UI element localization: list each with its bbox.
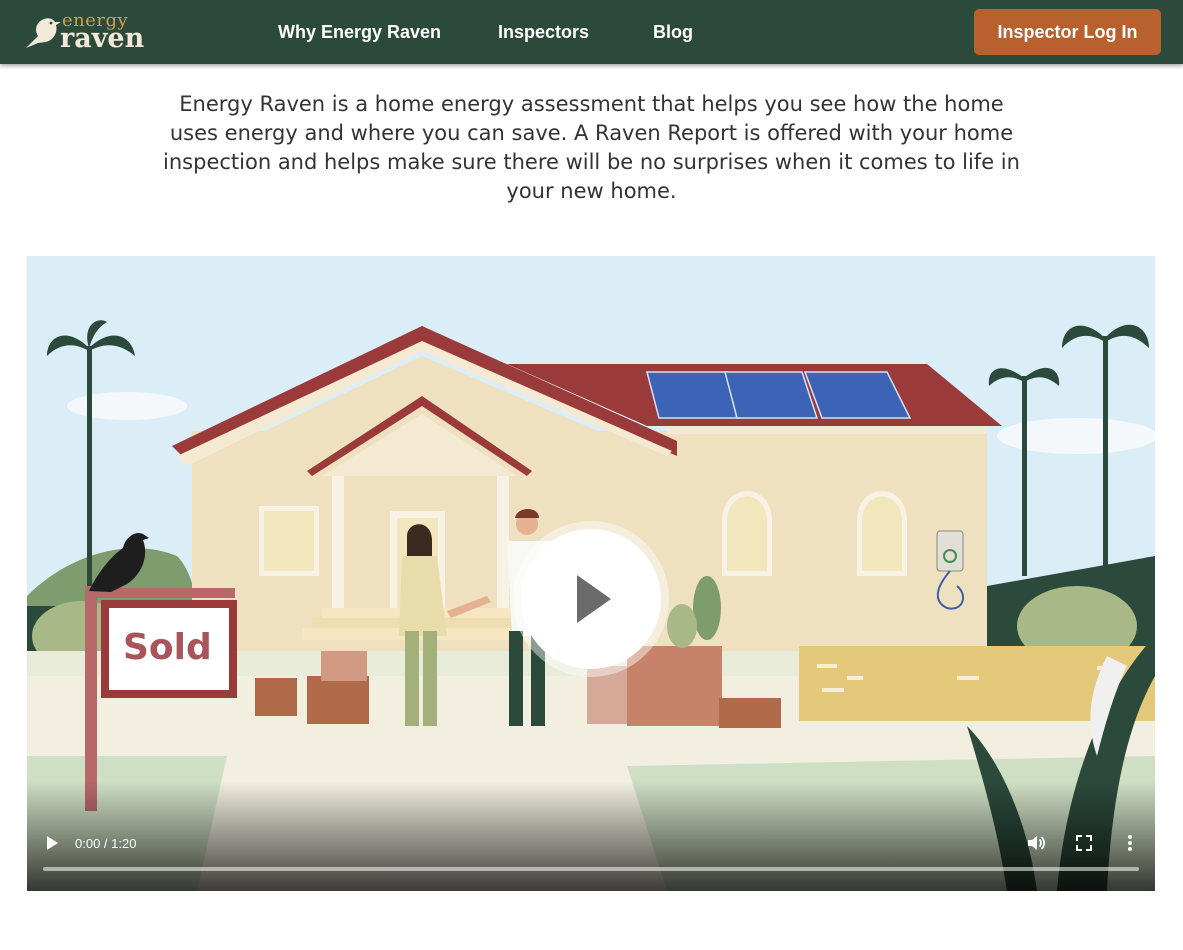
raven-logo-icon — [26, 18, 61, 48]
sold-sign-text: Sold — [123, 627, 212, 668]
video-time-display: 0:00 / 1:20 — [75, 836, 137, 851]
top-navigation-bar: energy raven Why Energy Raven Inspectors… — [0, 0, 1183, 64]
more-vertical-icon[interactable] — [1123, 833, 1137, 853]
inspector-login-button[interactable]: Inspector Log In — [974, 9, 1161, 55]
logo-word-raven: raven — [60, 23, 145, 54]
energy-raven-logo[interactable]: energy raven — [24, 12, 164, 54]
nav-blog[interactable]: Blog — [653, 22, 693, 43]
intro-paragraph: Energy Raven is a home energy assessment… — [163, 92, 1020, 203]
nav-why-energy-raven[interactable]: Why Energy Raven — [278, 22, 441, 43]
video-player[interactable]: Sold 0:00 / 1:20 — [27, 256, 1155, 891]
video-progress-bar[interactable] — [43, 867, 1139, 871]
play-icon[interactable] — [43, 834, 61, 852]
play-circle-icon[interactable] — [521, 529, 661, 669]
volume-icon[interactable] — [1026, 833, 1046, 853]
play-triangle-icon — [577, 575, 611, 623]
nav-inspectors[interactable]: Inspectors — [498, 22, 589, 43]
video-controls-overlay — [27, 781, 1155, 891]
fullscreen-icon[interactable] — [1074, 833, 1094, 853]
